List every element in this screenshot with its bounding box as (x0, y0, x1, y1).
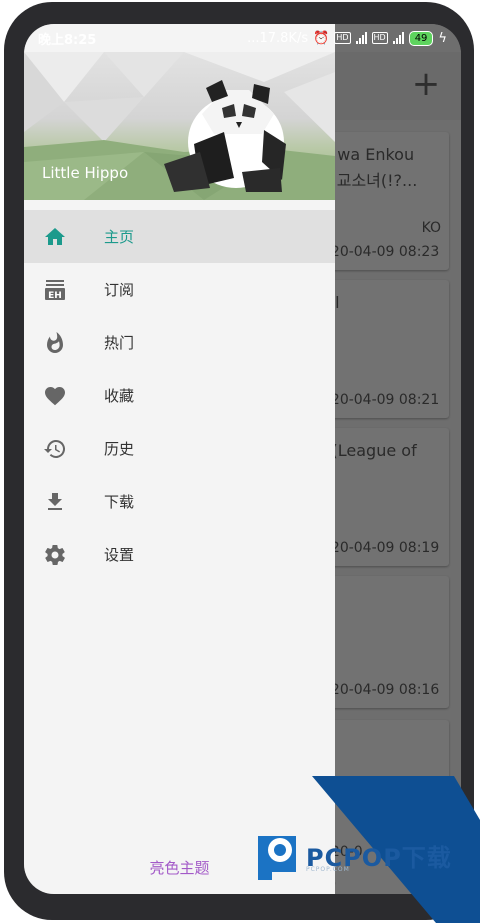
menu-item-label: 下载 (104, 493, 135, 511)
phone-frame: + n wa Enkou 원교소녀(!?... KO 020-04-09 08:… (4, 2, 474, 920)
menu-item-label: 历史 (104, 440, 135, 458)
home-icon (42, 224, 68, 250)
menu-item-history[interactable]: 历史 (24, 422, 335, 475)
menu-item-popular[interactable]: 热门 (24, 316, 335, 369)
status-time: 晚上8:25 (38, 32, 97, 48)
history-icon (42, 436, 68, 462)
item-title: n wa Enkou 원교소녀(!?... (322, 145, 418, 190)
item-title: wl (322, 290, 445, 316)
network-speed: ...17.8K/s (247, 30, 309, 46)
screen: + n wa Enkou 원교소녀(!?... KO 020-04-09 08:… (24, 24, 461, 894)
menu-item-subscription[interactable]: EH 订阅 (24, 263, 335, 316)
item-title: l (League of (322, 441, 417, 460)
menu-item-home[interactable]: 主页 (24, 210, 335, 263)
fire-icon (42, 330, 68, 356)
add-icon[interactable]: + (411, 67, 441, 101)
item-date: 020-04-09 08:16 (322, 682, 440, 698)
menu-item-label: 订阅 (104, 281, 135, 299)
watermark-subtext: PCPOP.COM (306, 866, 350, 873)
menu-item-settings[interactable]: 设置 (24, 528, 335, 581)
menu-item-label: 主页 (104, 228, 135, 246)
navigation-drawer: Little Hippo 主页 EH 订阅 热门 收藏 历史 下载 设置 亮色主… (24, 24, 335, 894)
menu-item-favorites[interactable]: 收藏 (24, 369, 335, 422)
gear-icon (42, 542, 68, 568)
menu-item-downloads[interactable]: 下载 (24, 475, 335, 528)
light-theme-button[interactable]: 亮色主题 (24, 857, 335, 878)
heart-icon (42, 383, 68, 409)
username: Little Hippo (42, 164, 129, 182)
eh-subscription-icon: EH (42, 277, 68, 303)
svg-text:EH: EH (48, 291, 62, 301)
signal-icon (355, 32, 367, 44)
drawer-menu: 主页 EH 订阅 热门 收藏 历史 下载 设置 (24, 210, 335, 581)
menu-item-label: 设置 (104, 546, 135, 564)
item-date: 020-04-09 08:21 (322, 392, 440, 408)
status-bar: 晚上8:25 ...17.8K/s ⏰ HD HD 49 ϟ (24, 24, 461, 52)
menu-item-label: 热门 (104, 334, 135, 352)
download-icon (42, 489, 68, 515)
item-date: 020-04-09 08:23 (322, 244, 440, 260)
alarm-icon: ⏰ (313, 30, 330, 46)
signal-icon (392, 32, 404, 44)
drawer-header: Little Hippo (24, 52, 335, 200)
charging-icon: ϟ (438, 30, 447, 46)
item-date: 020-04-09 08:19 (322, 540, 440, 556)
battery-icon: 49 (408, 30, 434, 46)
hd-badge: HD (334, 32, 351, 44)
item-tag: KO (421, 220, 441, 236)
hd-badge: HD (371, 32, 388, 44)
menu-item-label: 收藏 (104, 387, 135, 405)
